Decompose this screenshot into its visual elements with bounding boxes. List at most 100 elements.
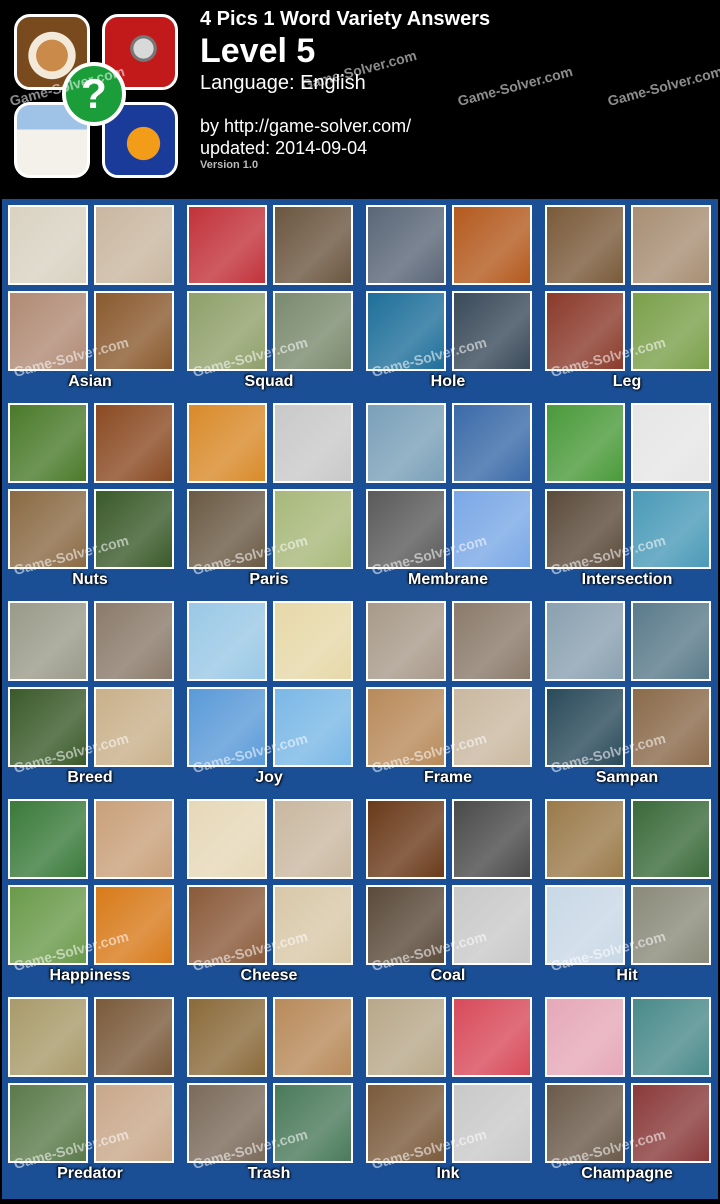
puzzle-image: [273, 601, 353, 681]
puzzle-image: [187, 1083, 267, 1163]
puzzle-image: [545, 291, 625, 371]
answer-label: Predator: [57, 1165, 123, 1182]
puzzle-card[interactable]: Hole Game-Solver.com: [362, 199, 534, 393]
puzzle-image: [94, 687, 174, 767]
puzzle-card[interactable]: Sampan Game-Solver.com: [541, 595, 713, 789]
puzzle-image: [631, 1083, 711, 1163]
puzzle-image: [366, 403, 446, 483]
puzzle-image: [366, 799, 446, 879]
puzzle-card[interactable]: Asian Game-Solver.com: [4, 199, 176, 393]
puzzle-card[interactable]: Breed Game-Solver.com: [4, 595, 176, 789]
puzzle-image: [366, 885, 446, 965]
puzzle-card[interactable]: Predator Game-Solver.com: [4, 991, 176, 1185]
answer-label: Leg: [612, 373, 642, 390]
answer-label: Breed: [67, 769, 113, 786]
answer-label: Squad: [244, 373, 294, 390]
answer-label: Nuts: [72, 571, 108, 588]
answer-label: Membrane: [407, 571, 489, 588]
puzzle-image: [452, 601, 532, 681]
puzzle-image: [94, 601, 174, 681]
answer-label: Frame: [423, 769, 473, 786]
puzzle-image: [8, 799, 88, 879]
puzzle-image: [94, 1083, 174, 1163]
puzzle-image: [8, 291, 88, 371]
puzzle-image: [452, 291, 532, 371]
answer-label: Trash: [247, 1165, 291, 1182]
header: ? 4 Pics 1 Word Variety Answers Level 5 …: [0, 0, 720, 197]
puzzle-image: [8, 601, 88, 681]
puzzle-card[interactable]: Leg Game-Solver.com: [541, 199, 713, 393]
puzzle-card[interactable]: Ink Game-Solver.com: [362, 991, 534, 1185]
puzzle-image: [545, 885, 625, 965]
language-label: Language: English: [200, 72, 366, 94]
puzzle-image: [273, 997, 353, 1077]
answer-label: Hole: [430, 373, 466, 390]
puzzle-image: [631, 601, 711, 681]
puzzle-image: [273, 799, 353, 879]
puzzle-card[interactable]: Coal Game-Solver.com: [362, 793, 534, 987]
puzzle-image: [187, 997, 267, 1077]
puzzle-image: [94, 291, 174, 371]
puzzle-image: [366, 997, 446, 1077]
puzzle-image: [545, 1083, 625, 1163]
puzzle-grid: Asian Game-Solver.com Squad Game-Solver.com…: [2, 199, 718, 1199]
puzzle-card[interactable]: Cheese Game-Solver.com: [183, 793, 355, 987]
answer-label: Champagne: [581, 1165, 673, 1182]
puzzle-image: [545, 799, 625, 879]
puzzle-image: [366, 205, 446, 285]
puzzle-card[interactable]: Happiness Game-Solver.com: [4, 793, 176, 987]
version-label: Version 1.0: [200, 159, 259, 171]
puzzle-image: [452, 885, 532, 965]
puzzle-image: [94, 205, 174, 285]
puzzle-card[interactable]: Frame Game-Solver.com: [362, 595, 534, 789]
puzzle-image: [631, 799, 711, 879]
puzzle-image: [452, 1083, 532, 1163]
answer-label: Hit: [616, 967, 638, 984]
puzzle-image: [187, 489, 267, 569]
puzzle-image: [8, 1083, 88, 1163]
puzzle-image: [452, 205, 532, 285]
puzzle-card[interactable]: Nuts Game-Solver.com: [4, 397, 176, 591]
puzzle-image: [273, 489, 353, 569]
puzzle-image: [631, 291, 711, 371]
puzzle-image: [273, 1083, 353, 1163]
puzzle-image: [187, 687, 267, 767]
puzzle-image: [545, 687, 625, 767]
puzzle-image: [366, 601, 446, 681]
puzzle-image: [631, 205, 711, 285]
puzzle-image: [8, 205, 88, 285]
puzzle-image: [273, 885, 353, 965]
puzzle-image: [631, 489, 711, 569]
puzzle-image: [366, 687, 446, 767]
puzzle-image: [94, 997, 174, 1077]
puzzle-image: [631, 403, 711, 483]
puzzle-image: [273, 205, 353, 285]
source-link[interactable]: by http://game-solver.com/: [200, 116, 411, 137]
puzzle-card[interactable]: Intersection Game-Solver.com: [541, 397, 713, 591]
puzzle-card[interactable]: Squad Game-Solver.com: [183, 199, 355, 393]
puzzle-image: [545, 601, 625, 681]
puzzle-image: [187, 799, 267, 879]
watermark: Game-Solver.com: [455, 62, 575, 110]
puzzle-image: [545, 489, 625, 569]
puzzle-card[interactable]: Champagne Game-Solver.com: [541, 991, 713, 1185]
puzzle-card[interactable]: Membrane Game-Solver.com: [362, 397, 534, 591]
page-title: 4 Pics 1 Word Variety Answers: [200, 8, 491, 30]
puzzle-image: [8, 489, 88, 569]
puzzle-card[interactable]: Trash Game-Solver.com: [183, 991, 355, 1185]
question-mark-icon: ?: [62, 62, 126, 126]
puzzle-image: [94, 885, 174, 965]
puzzle-card[interactable]: Paris Game-Solver.com: [183, 397, 355, 591]
answer-label: Paris: [249, 571, 289, 588]
puzzle-image: [94, 403, 174, 483]
puzzle-image: [452, 687, 532, 767]
puzzle-image: [187, 291, 267, 371]
puzzle-card[interactable]: Hit Game-Solver.com: [541, 793, 713, 987]
app-logo: ?: [14, 14, 180, 180]
puzzle-card[interactable]: Joy Game-Solver.com: [183, 595, 355, 789]
level-title: Level 5: [200, 32, 316, 70]
puzzle-image: [8, 687, 88, 767]
answer-label: Joy: [255, 769, 283, 786]
puzzle-image: [452, 489, 532, 569]
puzzle-image: [8, 997, 88, 1077]
